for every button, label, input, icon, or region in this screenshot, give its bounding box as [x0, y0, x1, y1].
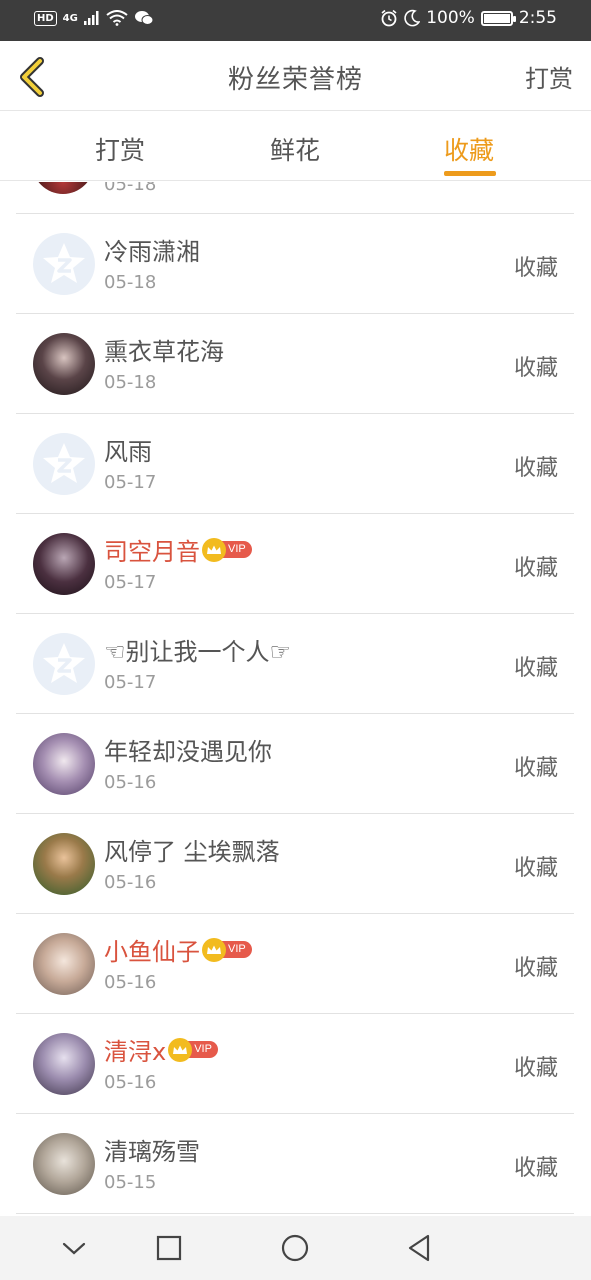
user-name-text: 年轻却没遇见你	[104, 738, 272, 766]
list-item-partial[interactable]: 05-18	[16, 182, 574, 214]
back-nav-button[interactable]	[404, 1232, 436, 1264]
wechat-icon	[134, 11, 154, 25]
list-item[interactable]: 清璃殇雪 05-15 收藏	[16, 1114, 574, 1214]
user-name-text: ☜别让我一个人☞	[104, 638, 292, 666]
reward-button[interactable]: 打赏	[525, 59, 573, 94]
user-name-text: 冷雨潇湘	[104, 238, 200, 266]
user-name: 冷雨潇湘	[104, 232, 200, 267]
item-date: 05-18	[104, 372, 157, 393]
item-action-label: 收藏	[513, 756, 558, 781]
tab-favorites[interactable]: 收藏	[444, 131, 494, 167]
list-item[interactable]: 熏衣草花海 05-18 收藏	[16, 314, 574, 414]
signal-icon	[83, 11, 99, 25]
list-item[interactable]: 小鱼仙子 VIP 05-16 收藏	[16, 914, 574, 1014]
tab-reward[interactable]: 打赏	[95, 131, 145, 167]
user-name-text: 熏衣草花海	[104, 338, 224, 366]
default-avatar-icon	[33, 433, 95, 495]
item-action-label: 收藏	[513, 256, 558, 281]
user-name: 清璃殇雪	[104, 1132, 200, 1167]
default-avatar-icon	[33, 633, 95, 695]
home-icon	[281, 1234, 309, 1262]
battery-percent: 100%	[426, 8, 475, 28]
item-action-label: 收藏	[513, 1056, 558, 1081]
user-name-text: 司空月音	[104, 538, 200, 566]
tab-flowers[interactable]: 鲜花	[270, 131, 320, 167]
item-date: 05-18	[104, 182, 157, 195]
list-item[interactable]: ☜别让我一个人☞ 05-17 收藏	[16, 614, 574, 714]
battery-icon	[480, 10, 516, 26]
user-name-text: 风停了 尘埃飘落	[104, 838, 280, 866]
item-date: 05-16	[104, 872, 157, 893]
user-name-text: 清璃殇雪	[104, 1138, 200, 1166]
user-name: 司空月音 VIP	[104, 532, 252, 567]
item-date: 05-15	[104, 1172, 157, 1193]
avatar	[32, 182, 94, 194]
status-bar-left: HD 4G	[34, 10, 154, 26]
avatar	[33, 533, 95, 595]
title-bar: 粉丝荣誉榜 打赏	[0, 41, 591, 111]
network-type: 4G	[62, 12, 78, 24]
item-date: 05-17	[104, 572, 157, 593]
home-button[interactable]	[279, 1232, 311, 1264]
tab-bar: 打赏 鲜花 收藏	[0, 111, 591, 181]
recents-icon	[156, 1235, 182, 1261]
list-item[interactable]: 风停了 尘埃飘落 05-16 收藏	[16, 814, 574, 914]
crown-icon	[168, 1037, 193, 1062]
item-action-label: 收藏	[513, 356, 558, 381]
user-name: ☜别让我一个人☞	[104, 632, 291, 667]
item-action-label: 收藏	[513, 956, 558, 981]
avatar	[33, 833, 95, 895]
item-action-label: 收藏	[513, 556, 558, 581]
list-item[interactable]: 冷雨潇湘 05-18 收藏	[16, 214, 574, 314]
nav-down-icon	[62, 1242, 86, 1255]
avatar	[33, 1133, 95, 1195]
list-item[interactable]: 清浔x VIP 05-16 收藏	[16, 1014, 574, 1114]
wifi-icon	[106, 10, 128, 26]
crown-icon	[202, 537, 226, 562]
item-date: 05-16	[104, 972, 157, 993]
moon-icon	[404, 9, 421, 27]
crown-icon	[202, 937, 226, 962]
status-bar-right: 100% 2:55	[380, 8, 557, 28]
list-item[interactable]: 司空月音 VIP 05-17 收藏	[16, 514, 574, 614]
user-name: 风雨	[104, 432, 152, 467]
user-name: 风停了 尘埃飘落	[104, 832, 280, 867]
default-avatar-icon	[33, 233, 95, 295]
status-bar: HD 4G 100% 2:55	[0, 0, 591, 41]
battery-fill	[483, 13, 510, 23]
item-date: 05-17	[104, 472, 157, 493]
back-icon	[408, 1234, 430, 1262]
user-name: 小鱼仙子 VIP	[104, 932, 252, 967]
recents-button[interactable]	[153, 1232, 185, 1264]
item-date: 05-16	[104, 1072, 157, 1093]
active-tab-indicator	[444, 171, 496, 176]
user-name: 熏衣草花海	[104, 332, 224, 367]
item-date: 05-18	[104, 272, 157, 293]
list-item[interactable]: 年轻却没遇见你 05-16 收藏	[16, 714, 574, 814]
user-name-text: 风雨	[104, 438, 152, 466]
item-date: 05-16	[104, 772, 157, 793]
user-name: 年轻却没遇见你	[104, 732, 272, 767]
page-title: 粉丝荣誉榜	[227, 65, 363, 95]
nav-down-button[interactable]	[58, 1232, 90, 1264]
hd-badge: HD	[34, 10, 57, 26]
avatar	[33, 333, 95, 395]
avatar	[33, 933, 95, 995]
avatar	[33, 1033, 95, 1095]
fan-list[interactable]: 05-18 冷雨潇湘 05-18 收藏 熏衣草花海 05-18 收藏 风雨 05-17 收藏 司空…	[0, 182, 591, 1216]
clock: 2:55	[518, 8, 557, 28]
user-name-text: 清浔x	[104, 1038, 167, 1066]
system-nav-bar	[0, 1216, 591, 1280]
list-item[interactable]: 风雨 05-17 收藏	[16, 414, 574, 514]
user-name: 清浔x VIP	[104, 1032, 218, 1067]
item-action-label: 收藏	[513, 456, 558, 481]
item-action-label: 收藏	[513, 1156, 558, 1181]
user-name-text: 小鱼仙子	[104, 938, 200, 966]
item-date: 05-17	[104, 672, 157, 693]
alarm-icon	[381, 9, 397, 27]
item-action-label: 收藏	[513, 656, 558, 681]
item-action-label: 收藏	[513, 856, 558, 881]
avatar	[33, 733, 95, 795]
